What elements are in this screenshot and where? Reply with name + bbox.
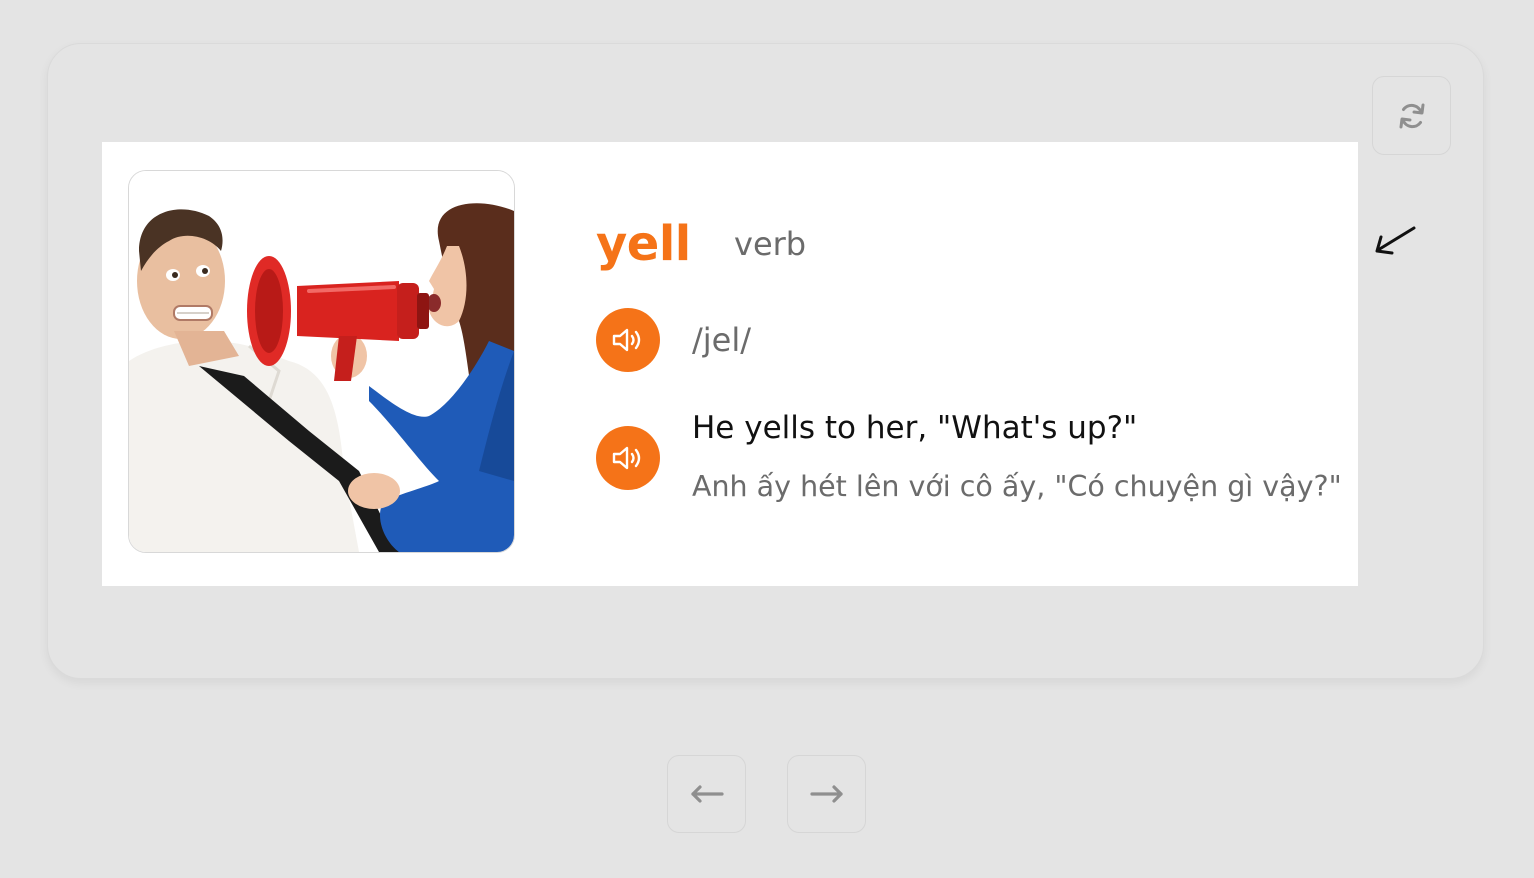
vocabulary-word: yell <box>596 216 691 272</box>
arrow-right-icon <box>809 785 843 803</box>
phonetic-transcription: /jel/ <box>692 321 752 359</box>
play-word-audio-button[interactable] <box>596 308 660 372</box>
flip-card-button[interactable] <box>1372 76 1451 155</box>
speaker-icon <box>612 446 641 470</box>
example-sentence: He yells to her, "What's up?" <box>692 410 1138 446</box>
refresh-icon <box>1399 103 1424 128</box>
speaker-icon <box>612 328 641 352</box>
word-illustration <box>128 170 515 553</box>
next-card-button[interactable] <box>787 755 866 833</box>
arrow-left-icon <box>690 785 724 803</box>
arrow-down-left-icon <box>1375 226 1416 255</box>
previous-card-button[interactable] <box>667 755 746 833</box>
part-of-speech: verb <box>734 225 807 263</box>
example-translation: Anh ấy hét lên với cô ấy, "Có chuyện gì … <box>692 470 1342 503</box>
play-example-audio-button[interactable] <box>596 426 660 490</box>
